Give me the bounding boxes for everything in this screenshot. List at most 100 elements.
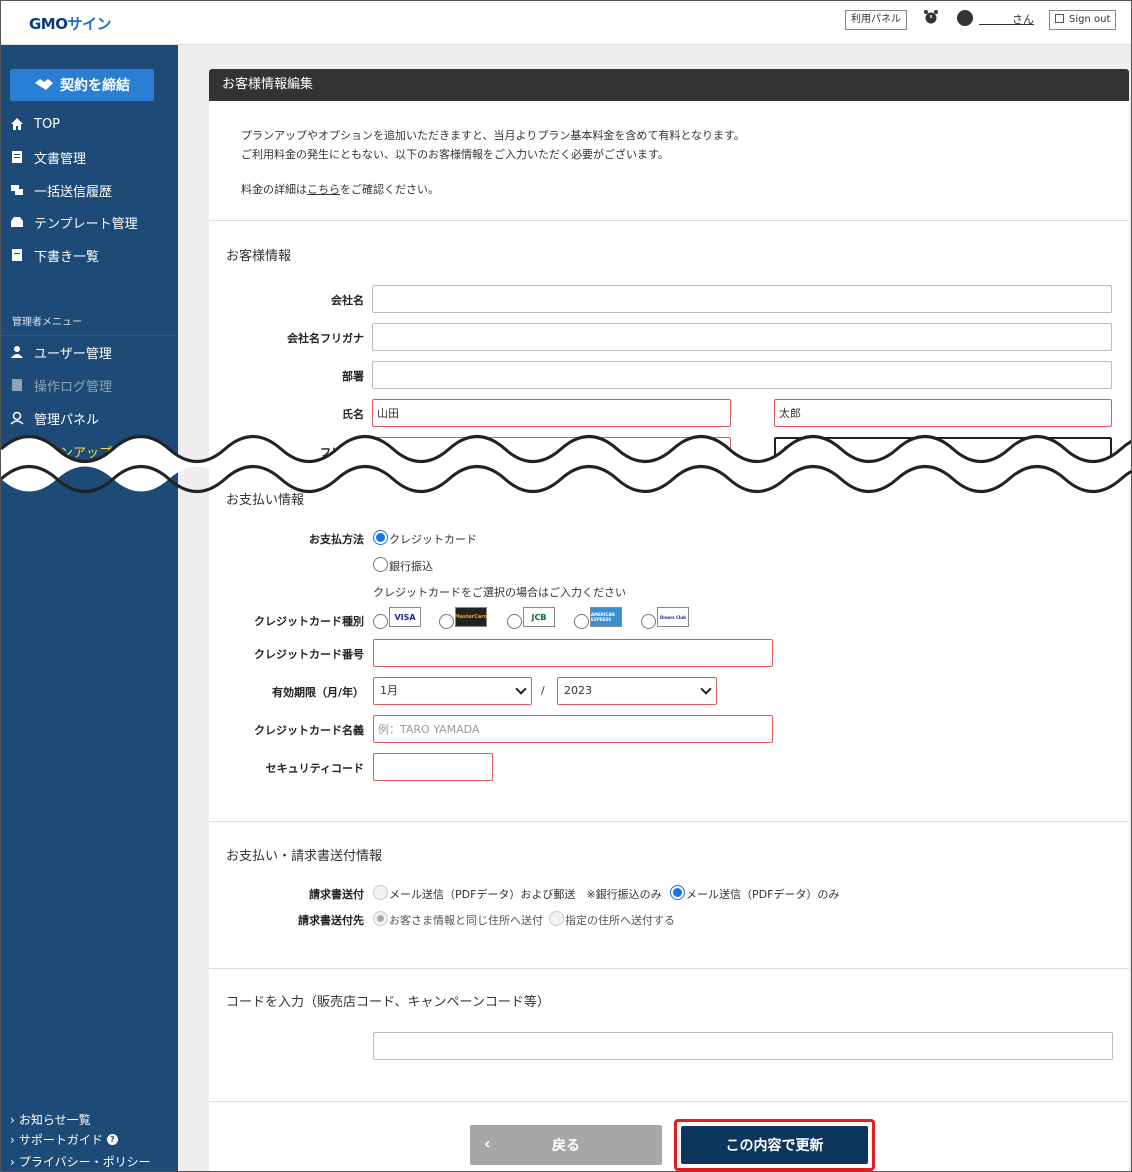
divider	[209, 821, 1129, 822]
card-type-group: VISA MasterCard JCB AMERICAN EXPRESS Din…	[372, 607, 702, 631]
admin-menu-divider	[1, 335, 178, 336]
invoice-send-mail-only-radio[interactable]	[670, 885, 685, 900]
card-name-field[interactable]	[373, 715, 773, 743]
intro-line-3-post: をご確認ください。	[340, 183, 439, 196]
user-avatar-icon[interactable]	[957, 10, 973, 26]
divider	[209, 968, 1129, 969]
support-guide-link[interactable]: › サポートガイド?	[10, 1131, 118, 1148]
customer-info-panel: お客様情報編集 プランアップやオプションを追加いただきますと、当月よりプラン基本…	[209, 69, 1129, 1171]
company-field[interactable]	[372, 285, 1112, 313]
invoice-send-mail-only-label: メール送信（PDFデータ）のみ	[686, 888, 840, 901]
sidebar-item-log-management: 操作ログ管理	[10, 373, 112, 397]
chevron-right-icon: ›	[10, 1154, 15, 1169]
sidebar-item-label: テンプレート管理	[34, 216, 138, 232]
privacy-policy-link[interactable]: › プライバシー・ポリシー	[10, 1153, 151, 1170]
expiry-year-select[interactable]: 2023	[557, 677, 717, 705]
card-name-label: クレジットカード名義	[254, 724, 364, 737]
expiry-month-value: 1月	[380, 684, 398, 697]
invoice-send-mail-post-radio[interactable]	[373, 885, 388, 900]
chevron-down-icon	[515, 683, 527, 695]
signout-button[interactable]: Sign out	[1049, 10, 1117, 30]
sidebar-item-templates[interactable]: テンプレート管理	[10, 210, 138, 234]
expiry-separator: /	[541, 684, 545, 697]
divider	[209, 1101, 1129, 1102]
sidebar-item-user-management[interactable]: ユーザー管理	[10, 340, 112, 364]
sidebar-item-batch-history[interactable]: 一括送信履歴	[10, 178, 112, 202]
company-kana-field[interactable]	[372, 323, 1112, 351]
wavy-cut-divider	[1, 435, 1131, 493]
sidebar-item-label: TOP	[34, 116, 61, 132]
payment-method-label: お支払方法	[309, 533, 364, 546]
contract-button-label: 契約を締結	[60, 78, 130, 94]
customer-section-title: お客様情報	[226, 249, 292, 264]
expiry-year-value: 2023	[564, 684, 592, 697]
log-icon	[12, 379, 22, 391]
sidebar-item-label: 文書管理	[34, 151, 87, 167]
card-diners-radio[interactable]	[641, 614, 656, 629]
divider	[209, 220, 1129, 221]
page-title: お客様情報編集	[209, 69, 1129, 101]
news-list-link[interactable]: › お知らせ一覧	[10, 1111, 91, 1128]
intro-line-2: ご利用料金の発生にともない、以下のお客様情報をご入力いただく必要がございます。	[241, 148, 669, 161]
template-icon	[11, 217, 23, 227]
chevron-right-icon: ›	[10, 1112, 15, 1127]
expiry-month-select[interactable]: 1月	[373, 677, 532, 705]
department-field[interactable]	[372, 361, 1112, 389]
support-link-label: サポートガイド	[18, 1133, 103, 1147]
top-header: GMOサイン 利用パネル さん Sign out	[1, 1, 1131, 45]
user-name-link[interactable]: さん	[979, 11, 1034, 27]
card-visa-radio[interactable]	[373, 614, 388, 629]
jcb-card-icon: JCB	[523, 607, 555, 627]
signout-icon	[1055, 14, 1064, 23]
user-icon	[11, 346, 23, 358]
back-button[interactable]: ‹ 戻る	[470, 1125, 662, 1165]
card-master-radio[interactable]	[439, 614, 454, 629]
invoice-send-label: 請求書送付	[309, 888, 364, 901]
payment-credit-radio[interactable]	[373, 530, 388, 545]
credit-card-note: クレジットカードをご選択の場合はご入力ください	[373, 586, 626, 599]
user-name-value	[979, 13, 1012, 26]
card-jcb-radio[interactable]	[507, 614, 522, 629]
sidebar-item-top[interactable]: TOP	[10, 112, 60, 136]
app-window: GMOサイン 利用パネル さん Sign out 契約を締結 TOP 文書管理	[0, 0, 1132, 1172]
invoice-send-mail-post-label: メール送信（PDFデータ）および郵送 ※銀行振込のみ	[389, 888, 662, 901]
payment-bank-radio[interactable]	[373, 557, 388, 572]
card-amex-radio[interactable]	[574, 614, 589, 629]
signout-label: Sign out	[1069, 14, 1111, 25]
sidebar-item-drafts[interactable]: 下書き一覧	[10, 243, 99, 267]
company-label: 会社名	[331, 294, 364, 307]
expiry-label: 有効期限（月/年）	[271, 686, 364, 699]
privacy-link-label: プライバシー・ポリシー	[18, 1155, 151, 1169]
security-code-label: セキュリティコード	[265, 762, 364, 775]
invoice-dest-same-label: お客さま情報と同じ住所へ送付	[389, 914, 543, 927]
contract-button[interactable]: 契約を締結	[10, 69, 154, 101]
help-icon: ?	[106, 1134, 118, 1145]
back-button-label: 戻る	[552, 1138, 580, 1154]
sidebar-item-label: 下書き一覧	[34, 249, 100, 265]
home-icon	[11, 118, 23, 130]
batch-send-icon	[11, 185, 23, 195]
intro-line-3: 料金の詳細はこちらをご確認ください。	[241, 180, 745, 199]
pricing-details-link[interactable]: こちら	[307, 183, 340, 196]
card-number-field[interactable]	[373, 639, 773, 667]
logo-sign: サイン	[67, 15, 112, 33]
chevron-right-icon: ›	[10, 1132, 15, 1147]
sidebar: 契約を締結 TOP 文書管理 一括送信履歴 テンプレート管理 下書き一覧 管理者…	[1, 45, 178, 1171]
user-suffix: さん	[1012, 13, 1034, 26]
sidebar-item-label: 操作ログ管理	[34, 379, 113, 395]
update-button-highlight: この内容で更新	[674, 1119, 875, 1171]
invoice-dest-same-radio[interactable]	[373, 911, 388, 926]
usage-panel-button[interactable]: 利用パネル	[845, 10, 907, 30]
campaign-code-field[interactable]	[373, 1032, 1113, 1060]
payment-bank-label: 銀行振込	[389, 560, 433, 573]
update-button[interactable]: この内容で更新	[681, 1126, 868, 1164]
department-label: 部署	[342, 370, 364, 383]
alarm-clock-icon[interactable]	[923, 9, 939, 25]
invoice-dest-other-label: 指定の住所へ送付する	[565, 914, 675, 927]
security-code-field[interactable]	[373, 753, 493, 781]
intro-line-1: プランアップやオプションを追加いただきますと、当月よりプラン基本料金を含めて有料…	[241, 129, 745, 142]
logo-gmo: GMO	[29, 15, 68, 33]
sidebar-item-documents[interactable]: 文書管理	[10, 145, 86, 169]
gmo-sign-logo[interactable]: GMOサイン	[29, 13, 112, 34]
invoice-dest-other-radio[interactable]	[549, 911, 564, 926]
